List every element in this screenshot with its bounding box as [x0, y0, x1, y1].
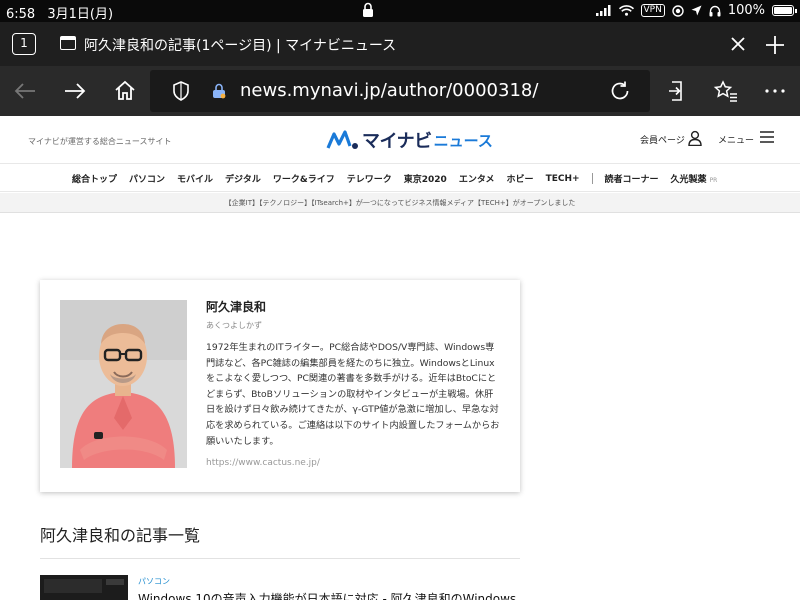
battery-percent: 100% [727, 3, 765, 18]
forward-arrow-icon[interactable] [61, 77, 89, 105]
reload-icon[interactable] [608, 79, 632, 103]
mynavi-logo-icon [326, 130, 358, 149]
author-website-link[interactable]: https://www.cactus.ne.jp/ [206, 458, 320, 468]
articles-divider [40, 558, 520, 559]
nav-item[interactable]: モバイル [177, 172, 213, 185]
vpn-badge: VPN [640, 4, 665, 17]
article-title[interactable]: Windows 10の音声入力機能が日本語に対応 - 阿久津良和のWindows [138, 590, 516, 600]
tab-favicon-icon [60, 36, 76, 50]
author-name: 阿久津良和 [206, 300, 267, 314]
logo-text-sub: ニュース [433, 131, 493, 150]
status-left: 6:58 3月1日(月) [6, 3, 121, 22]
screen-record-icon [672, 4, 684, 17]
nav-item[interactable]: 東京2020 [404, 172, 447, 185]
mynavi-news-logo[interactable]: マイナビ ニュース [326, 127, 493, 153]
url-text: news.mynavi.jp/author/0000318/ [240, 80, 539, 101]
address-bar[interactable]: news.mynavi.jp/author/0000318/ [150, 70, 650, 112]
author-portrait-image [60, 300, 187, 468]
pr-label: PR [709, 176, 718, 184]
status-date: 3月1日(月) [47, 7, 114, 22]
shield-icon[interactable] [172, 81, 190, 101]
close-tab-icon[interactable] [726, 32, 750, 56]
hamburger-menu-icon[interactable] [759, 130, 775, 144]
back-arrow-icon[interactable] [11, 77, 39, 105]
user-icon[interactable] [688, 130, 702, 146]
new-tab-icon[interactable] [762, 32, 788, 58]
status-right: VPN 100% [595, 3, 797, 18]
announcement-bar[interactable]: 【企業IT】【テクノロジー】【ITsearch+】が一つになってビジネス情報メデ… [0, 193, 800, 213]
article-category[interactable]: パソコン [138, 576, 170, 587]
author-photo [60, 300, 187, 468]
site-tagline: マイナビが運営する総合ニュースサイト [28, 137, 172, 146]
tab-count-button[interactable]: 1 [12, 33, 36, 55]
home-icon[interactable] [111, 77, 139, 105]
nav-item[interactable]: デジタル [225, 172, 261, 185]
nav-item[interactable]: テレワーク [347, 172, 392, 185]
nav-item[interactable]: 久光製薬 [671, 172, 707, 185]
browser-toolbar: news.mynavi.jp/author/0000318/ [0, 66, 800, 116]
nav-item[interactable]: エンタメ [459, 172, 495, 185]
author-name-kana: あくつよしかず [206, 321, 262, 330]
nav-item[interactable]: 読者コーナー [605, 172, 659, 185]
favorites-icon[interactable] [712, 77, 740, 105]
articles-heading: 阿久津良和の記事一覧 [40, 526, 201, 545]
nav-item[interactable]: 総合トップ [72, 172, 117, 185]
logo-text-main: マイナビ [362, 131, 432, 152]
author-bio: 1972年生まれのITライター。PC総合誌やDOS/V専門誌、Windows専門… [206, 342, 500, 447]
location-icon [691, 5, 702, 16]
nav-item[interactable]: ワーク&ライフ [273, 172, 335, 185]
category-nav: 総合トップ パソコン モバイル デジタル ワーク&ライフ テレワーク 東京202… [0, 164, 800, 192]
more-options-icon[interactable] [761, 77, 789, 105]
status-bar: 6:58 3月1日(月) VPN 100% [0, 0, 800, 22]
announcement-text: 【企業IT】【テクノロジー】【ITsearch+】が一つになってビジネス情報メデ… [224, 199, 576, 207]
site-info-lock-icon[interactable] [212, 83, 226, 99]
nav-item[interactable]: TECH+ [546, 174, 580, 184]
orientation-lock-icon [363, 2, 373, 17]
active-tab[interactable]: 阿久津良和の記事(1ページ目) | マイナビニュース [48, 22, 758, 66]
article-thumbnail[interactable] [40, 575, 128, 600]
member-page-link[interactable]: 会員ページ [640, 133, 685, 146]
nav-divider [591, 173, 593, 184]
nav-item[interactable]: パソコン [129, 172, 165, 185]
nav-item[interactable]: ホビー [507, 172, 534, 185]
site-header: マイナビが運営する総合ニュースサイト マイナビ ニュース 会員ページ メニュー [0, 116, 800, 164]
status-time: 6:58 [6, 7, 36, 22]
share-icon[interactable] [662, 77, 690, 105]
article-thumbnail-image [40, 575, 128, 600]
cellular-signal-icon [595, 5, 610, 16]
headphones-icon [709, 5, 721, 16]
tab-title: 阿久津良和の記事(1ページ目) | マイナビニュース [84, 38, 397, 54]
battery-icon [772, 5, 797, 16]
menu-link[interactable]: メニュー [718, 133, 754, 146]
author-card: 阿久津良和 あくつよしかず 1972年生まれのITライター。PC総合誌やDOS/… [40, 280, 520, 492]
wifi-icon [618, 5, 634, 16]
tab-bar: 1 阿久津良和の記事(1ページ目) | マイナビニュース [0, 22, 800, 66]
nav-items: 総合トップ パソコン モバイル デジタル ワーク&ライフ テレワーク 東京202… [72, 172, 717, 185]
